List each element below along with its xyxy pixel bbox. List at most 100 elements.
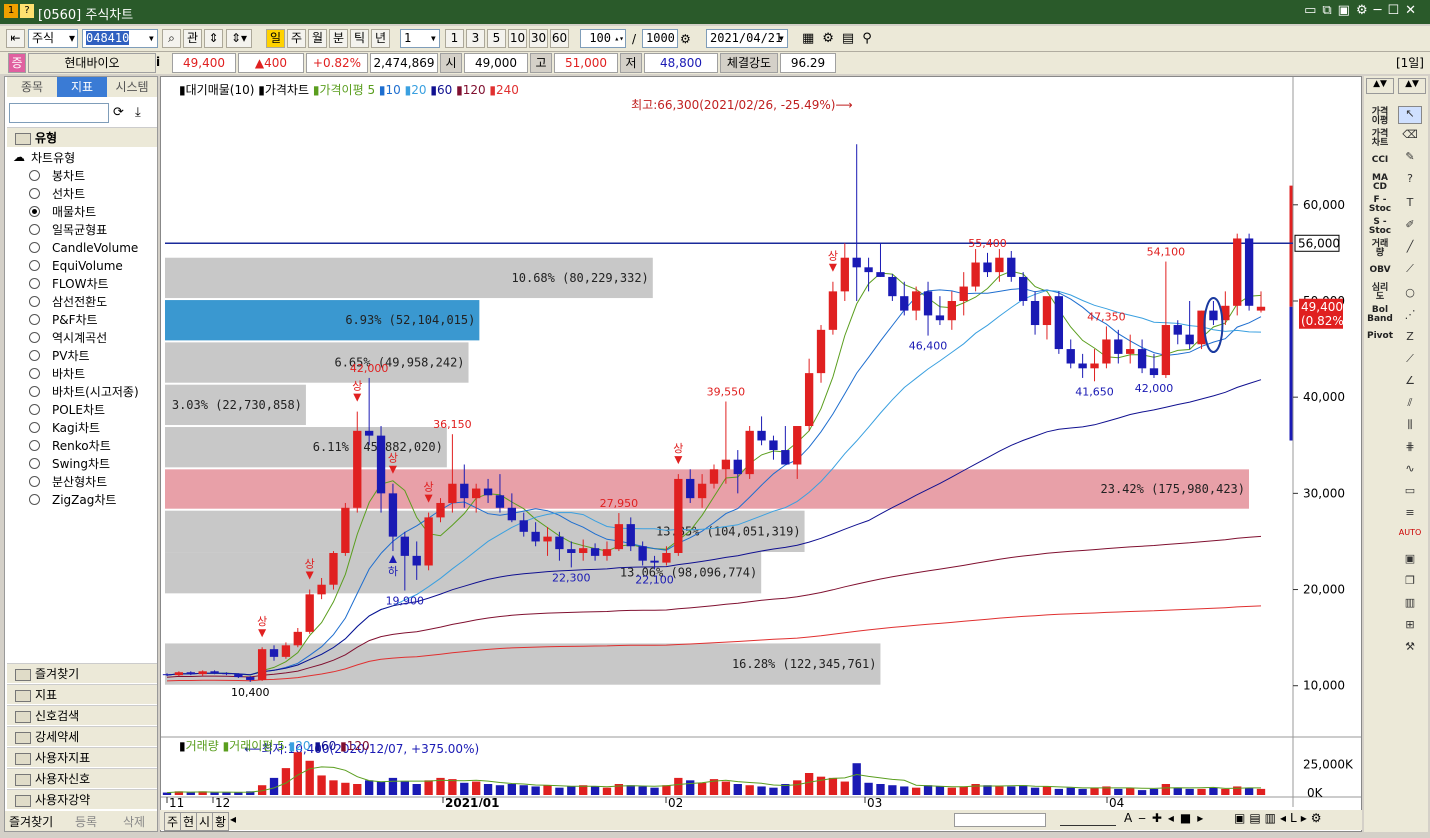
- radio-icon[interactable]: [29, 170, 40, 181]
- parallel-icon[interactable]: ⋕: [1398, 440, 1422, 458]
- chart-type-option[interactable]: FLOW차트: [29, 275, 109, 293]
- text-icon[interactable]: T: [1398, 196, 1422, 214]
- tool-price-chart[interactable]: 가격 차트: [1366, 130, 1394, 148]
- prev-stock-icon[interactable]: ⇤: [6, 29, 25, 48]
- count-input[interactable]: 100 ▴▾: [580, 29, 626, 48]
- eraser-icon[interactable]: ⌫: [1398, 128, 1422, 146]
- radio-icon[interactable]: [29, 242, 40, 253]
- chart-type-option[interactable]: 삼선전환도: [29, 293, 107, 311]
- register-button[interactable]: 등록: [75, 813, 97, 830]
- tab-current[interactable]: 현: [180, 812, 198, 831]
- tool-cci[interactable]: CCI: [1366, 156, 1394, 165]
- pen-icon[interactable]: ✐: [1398, 218, 1422, 236]
- period-minute[interactable]: 분: [329, 29, 348, 48]
- chart-type-option[interactable]: POLE차트: [29, 401, 105, 419]
- chart-type-option[interactable]: PV차트: [29, 347, 90, 365]
- chart-type-option[interactable]: 역시계곡선: [29, 329, 107, 347]
- favorites-button[interactable]: 즐겨찾기: [9, 813, 53, 830]
- nav-icons[interactable]: A‒✚◂■▸: [1124, 811, 1209, 825]
- radio-icon[interactable]: [29, 188, 40, 199]
- interval-select[interactable]: 1 ▾: [400, 29, 440, 48]
- folder-item[interactable]: 신호검색: [7, 705, 157, 725]
- price-chart[interactable]: 16.28% (122,345,761)13.06% (98,096,774)1…: [161, 77, 1361, 807]
- tab-weekly[interactable]: 주: [164, 812, 182, 831]
- chart-type-option[interactable]: 바차트: [29, 365, 85, 383]
- spin-icon[interactable]: ⇕▾: [226, 29, 252, 48]
- chart-type-option[interactable]: Kagi차트: [29, 419, 100, 437]
- question-icon[interactable]: ?: [1398, 172, 1422, 190]
- folder-item[interactable]: 사용자강약: [7, 789, 157, 809]
- chart-type-option[interactable]: 바차트(시고저종): [29, 383, 139, 401]
- radio-icon[interactable]: [29, 386, 40, 397]
- chart-type-option[interactable]: Swing차트: [29, 455, 110, 473]
- trend-line-icon[interactable]: ⟋: [1398, 262, 1422, 280]
- tool-pivot[interactable]: Pivot: [1366, 332, 1394, 341]
- zoom-slider[interactable]: [1060, 812, 1116, 826]
- quick-60[interactable]: 60: [550, 29, 569, 48]
- link-icon[interactable]: ⇕: [204, 29, 223, 48]
- chart-type-option[interactable]: 매물차트: [29, 203, 96, 221]
- line-icon[interactable]: ╱: [1398, 240, 1422, 258]
- horizontal-scrollbar[interactable]: [954, 813, 1046, 827]
- radio-icon[interactable]: [29, 476, 40, 487]
- copy-icon[interactable]: ❐: [1398, 574, 1422, 592]
- channel-icon[interactable]: ⫽: [1398, 396, 1422, 414]
- scroll-up-icon[interactable]: ▲▼: [1366, 78, 1394, 94]
- radio-icon[interactable]: [29, 278, 40, 289]
- ruler-icon[interactable]: ▭: [1398, 484, 1422, 502]
- radio-icon[interactable]: [29, 350, 40, 361]
- radio-icon[interactable]: [29, 314, 40, 325]
- period-month[interactable]: 월: [308, 29, 327, 48]
- period-year[interactable]: 년: [371, 29, 390, 48]
- period-week[interactable]: 주: [287, 29, 306, 48]
- radio-icon[interactable]: [29, 332, 40, 343]
- tool-obv[interactable]: OBV: [1366, 266, 1394, 275]
- circle-icon[interactable]: ○: [1398, 286, 1422, 304]
- tool-sstoc[interactable]: S - Stoc: [1366, 218, 1394, 236]
- radio-icon[interactable]: [29, 260, 40, 271]
- chart-type-option[interactable]: EquiVolume: [29, 257, 123, 275]
- tab-stocks[interactable]: 종목: [7, 77, 57, 97]
- window-icon[interactable]: ▣: [1398, 552, 1422, 570]
- scroll-up2-icon[interactable]: ▲▼: [1398, 78, 1426, 94]
- chart-type-option[interactable]: Renko차트: [29, 437, 111, 455]
- radio-icon[interactable]: [29, 224, 40, 235]
- folder-item[interactable]: 즐겨찾기: [7, 663, 157, 683]
- folder-item[interactable]: 사용자지표: [7, 747, 157, 767]
- tab-status[interactable]: 황: [212, 812, 230, 831]
- tool-bolband[interactable]: Bol Band: [1366, 306, 1394, 324]
- quick-30[interactable]: 30: [529, 29, 548, 48]
- quick-3[interactable]: 3: [466, 29, 485, 48]
- tool-volume[interactable]: 거래 량: [1366, 240, 1394, 258]
- tool-fstoc[interactable]: F - Stoc: [1366, 196, 1394, 214]
- folder-item[interactable]: 지표: [7, 684, 157, 704]
- window-controls[interactable]: ▭⧉▣⚙─☐✕: [1304, 3, 1422, 18]
- radio-icon[interactable]: [29, 404, 40, 415]
- radio-icon[interactable]: [29, 494, 40, 505]
- radio-icon[interactable]: [29, 206, 40, 217]
- period-day[interactable]: 일: [266, 29, 285, 48]
- chart-type-option[interactable]: P&F차트: [29, 311, 98, 329]
- tool-icon[interactable]: ⚒: [1398, 640, 1422, 658]
- cycle-icon[interactable]: ⫼: [1398, 418, 1422, 436]
- radio-icon[interactable]: [29, 422, 40, 433]
- market-select[interactable]: 주식 ▾: [28, 29, 78, 48]
- group-type[interactable]: 유형: [7, 127, 157, 147]
- scroll-left-icon[interactable]: ◂: [230, 812, 236, 826]
- watch-button[interactable]: 관: [183, 29, 202, 48]
- chart-type-option[interactable]: 선차트: [29, 185, 85, 203]
- tab-market[interactable]: 시: [196, 812, 214, 831]
- radio-icon[interactable]: [29, 368, 40, 379]
- date-select[interactable]: 2021/04/21 ▾: [706, 29, 788, 48]
- settings-icon[interactable]: ⚙: [680, 32, 691, 46]
- delete-button[interactable]: 삭제: [123, 813, 145, 830]
- chart-area[interactable]: 16.28% (122,345,761) 13.06% (98,096,774) 1…: [160, 76, 1362, 832]
- period-tick[interactable]: 틱: [350, 29, 369, 48]
- chart-type-option[interactable]: 분산형차트: [29, 473, 107, 491]
- export-icons[interactable]: ▣▤▥◂L▸⚙: [1234, 811, 1326, 825]
- cursor-icon[interactable]: ↖: [1398, 106, 1422, 124]
- download-icon[interactable]: ⤓: [135, 105, 141, 120]
- auto-icon[interactable]: AUTO: [1398, 528, 1422, 546]
- erase-all-icon[interactable]: ✎: [1398, 150, 1422, 168]
- fib-icon[interactable]: ≡: [1398, 506, 1422, 524]
